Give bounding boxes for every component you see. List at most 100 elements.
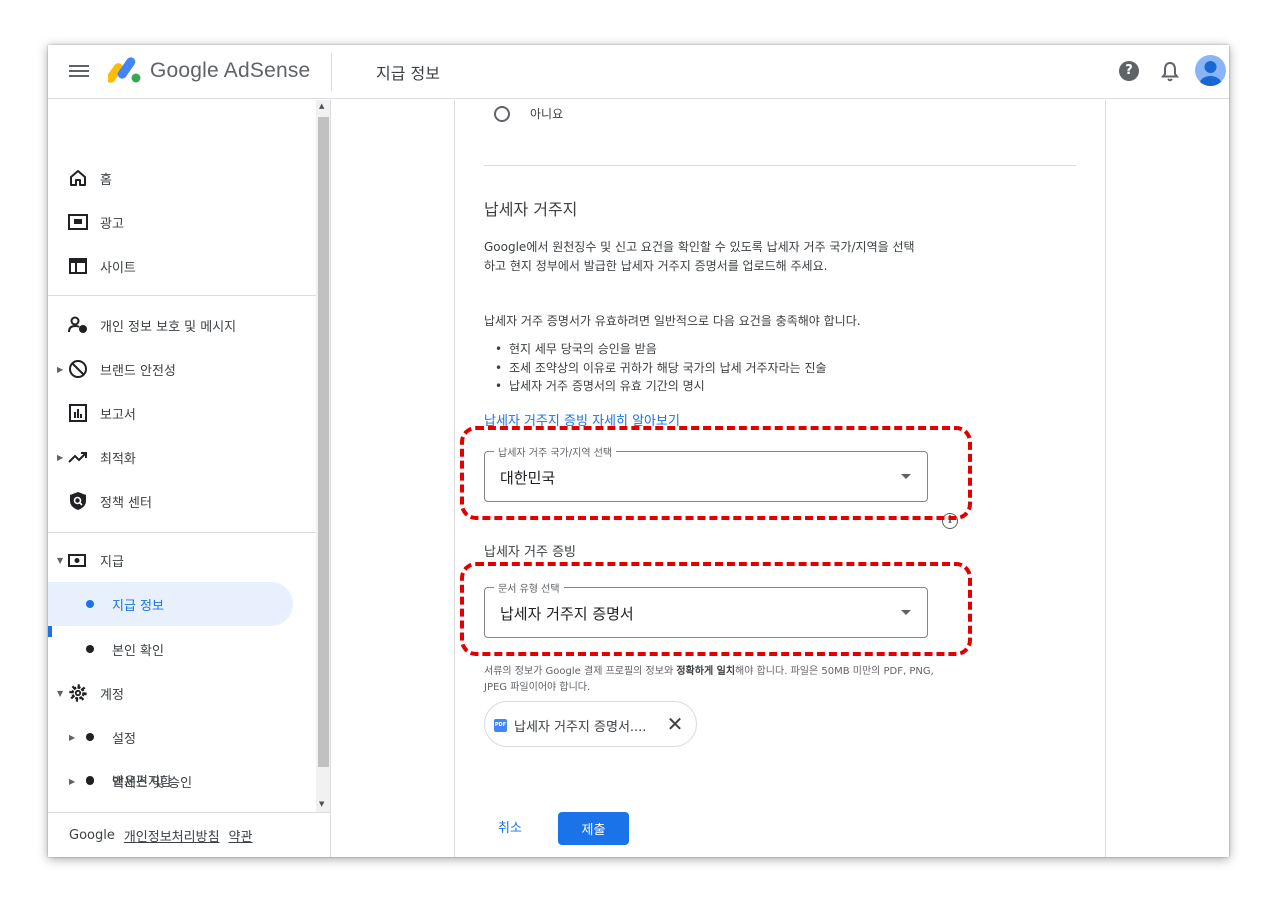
sidebar-item-label: 지급 정보	[112, 598, 164, 614]
sidebar-divider	[48, 532, 316, 533]
page-title: 지급 정보	[376, 64, 440, 83]
sidebar-item-payments[interactable]: ▼ 지급	[48, 538, 316, 582]
trending-icon	[68, 447, 88, 467]
adsense-window: Google AdSense 지급 정보 ? ▲ ▼ 홈 광고 사이트 개인 정…	[48, 45, 1229, 857]
ads-icon	[68, 212, 88, 232]
requirement-list: 현지 세무 당국의 승인을 받음 조세 조약상의 이유로 귀하가 해당 국가의 …	[495, 340, 827, 396]
bullet-dot	[86, 776, 94, 784]
bullet-dot	[86, 645, 94, 653]
upload-hint: 서류의 정보가 Google 결제 프로필의 정보와 정확하게 일치해야 합니다…	[484, 664, 934, 695]
main-content: 아니요 납세자 거주지 Google에서 원천징수 및 신고 요건을 확인할 수…	[332, 100, 1229, 857]
sidebar-item-privacy[interactable]: 개인 정보 보호 및 메시지	[48, 303, 316, 347]
document-select-value: 납세자 거주지 증명서	[500, 605, 634, 623]
home-icon	[68, 168, 88, 188]
list-item: 현지 세무 당국의 승인을 받음	[495, 340, 827, 359]
info-icon[interactable]: i	[942, 513, 958, 529]
sidebar-item-payment-info[interactable]: 지급 정보	[48, 582, 293, 626]
sites-icon	[68, 256, 88, 276]
sidebar-item-settings[interactable]: ▶ 설정	[48, 715, 316, 759]
sidebar-item-ads[interactable]: 광고	[48, 200, 316, 244]
sidebar-item-verification[interactable]: 본인 확인	[48, 627, 316, 671]
file-name: 납세자 거주지 증명서....	[514, 720, 647, 735]
document-type-select[interactable]: 문서 유형 선택 납세자 거주지 증명서	[484, 580, 928, 638]
bullet-dot	[86, 733, 94, 741]
terms-link[interactable]: 약관	[229, 826, 253, 845]
privacy-icon	[68, 315, 88, 335]
privacy-policy-link[interactable]: 개인정보처리방침	[124, 826, 220, 845]
sidebar-clip-spacer	[48, 803, 316, 812]
bell-icon[interactable]	[1160, 61, 1180, 83]
sidebar-item-label: 설정	[112, 731, 136, 747]
document-select-legend: 문서 유형 선택	[494, 580, 564, 595]
intro-text: Google에서 원천징수 및 신고 요건을 확인할 수 있도록 납세자 거주 …	[484, 240, 915, 273]
collapse-caret-icon[interactable]: ▼	[57, 556, 63, 565]
bullet-dot	[86, 600, 94, 608]
dropdown-arrow-icon	[901, 610, 911, 615]
hint-pre: 서류의 정보가 Google 결제 프로필의 정보와	[484, 666, 677, 677]
sidebar-item-label: 광고	[100, 216, 124, 232]
policy-icon	[68, 491, 88, 511]
header-divider	[331, 53, 332, 91]
block-icon	[68, 359, 88, 379]
sidebar-item-label: 정책 센터	[100, 495, 152, 511]
gear-icon	[68, 683, 88, 703]
sidebar-item-label: 브랜드 안전성	[100, 363, 176, 379]
expand-caret-icon[interactable]: ▶	[57, 365, 63, 374]
brand-name: Google AdSense	[150, 59, 311, 82]
sidebar-scroll-thumb[interactable]	[318, 117, 329, 767]
sidebar-item-label: 개인 정보 보호 및 메시지	[100, 319, 237, 335]
scroll-down-icon[interactable]: ▼	[319, 800, 324, 808]
sidebar-item-label: 받은편지함	[112, 774, 172, 790]
sidebar-item-label: 계정	[100, 687, 124, 703]
section-divider	[484, 165, 1076, 166]
sidebar-item-account[interactable]: ▼ 계정	[48, 671, 316, 715]
sidebar-item-reports[interactable]: 보고서	[48, 391, 316, 435]
sidebar-item-inbox[interactable]: 받은편지함	[48, 758, 316, 802]
learn-more-link[interactable]: 납세자 거주지 증빙 자세히 알아보기	[484, 410, 680, 429]
radio-no[interactable]	[494, 106, 510, 122]
proof-title: 납세자 거주 증빙	[484, 545, 576, 560]
section-title: 납세자 거주지	[484, 200, 578, 219]
list-item: 조세 조약상의 이유로 귀하가 해당 국가의 납세 거주자라는 진술	[495, 359, 827, 378]
hint-bold: 정확하게 일치	[676, 666, 736, 677]
account-avatar[interactable]	[1195, 55, 1226, 86]
close-icon[interactable]: ✕	[662, 711, 688, 737]
report-icon	[68, 403, 88, 423]
scroll-up-icon[interactable]: ▲	[319, 102, 324, 110]
payment-info-card: 아니요 납세자 거주지 Google에서 원천징수 및 신고 요건을 확인할 수…	[454, 100, 1106, 857]
uploaded-file-chip: PDF 납세자 거주지 증명서.... ✕	[484, 701, 697, 747]
country-select-legend: 납세자 거주 국가/지역 선택	[494, 444, 617, 459]
avatar-person-icon	[1199, 61, 1222, 86]
radio-no-label: 아니요	[530, 107, 564, 121]
requirement-intro: 납세자 거주 증명서가 유효하려면 일반적으로 다음 요건을 충족해야 합니다.	[484, 314, 861, 328]
sidebar-divider	[48, 295, 316, 296]
list-item: 납세자 거주 증명서의 유효 기간의 명시	[495, 377, 827, 396]
cancel-button[interactable]: 취소	[490, 813, 530, 840]
help-icon[interactable]: ?	[1119, 61, 1139, 81]
sidebar-item-label: 보고서	[100, 407, 136, 423]
payments-icon	[68, 550, 88, 570]
expand-caret-icon[interactable]: ▶	[69, 733, 75, 742]
top-app-bar: Google AdSense 지급 정보 ?	[48, 45, 1229, 99]
sidebar-item-label: 홈	[100, 172, 112, 188]
sidebar: ▲ ▼ 홈 광고 사이트 개인 정보 보호 및 메시지 ▶ 브랜드 안전성 보고…	[48, 100, 331, 857]
menu-icon[interactable]	[69, 62, 89, 82]
sidebar-item-label: 최적화	[100, 451, 136, 467]
expand-caret-icon[interactable]: ▶	[57, 453, 63, 462]
footer-google: Google	[69, 827, 115, 843]
dropdown-arrow-icon	[901, 474, 911, 479]
sidebar-item-label: 사이트	[100, 260, 136, 276]
sidebar-item-optimization[interactable]: ▶ 최적화	[48, 435, 316, 479]
sidebar-item-policy-center[interactable]: 정책 센터	[48, 479, 316, 523]
sidebar-item-home[interactable]: 홈	[48, 156, 316, 200]
sidebar-item-sites[interactable]: 사이트	[48, 244, 316, 288]
collapse-caret-icon[interactable]: ▼	[57, 689, 63, 698]
sidebar-item-brand-safety[interactable]: ▶ 브랜드 안전성	[48, 347, 316, 391]
adsense-logo-icon	[108, 57, 141, 83]
country-select-value: 대한민국	[500, 469, 556, 487]
pdf-file-icon: PDF	[494, 719, 507, 732]
sidebar-footer: Google 개인정보처리방침 약관	[48, 812, 330, 857]
submit-button[interactable]: 제출	[558, 812, 629, 845]
sidebar-item-label: 본인 확인	[112, 643, 164, 659]
country-select[interactable]: 납세자 거주 국가/지역 선택 대한민국	[484, 444, 928, 502]
